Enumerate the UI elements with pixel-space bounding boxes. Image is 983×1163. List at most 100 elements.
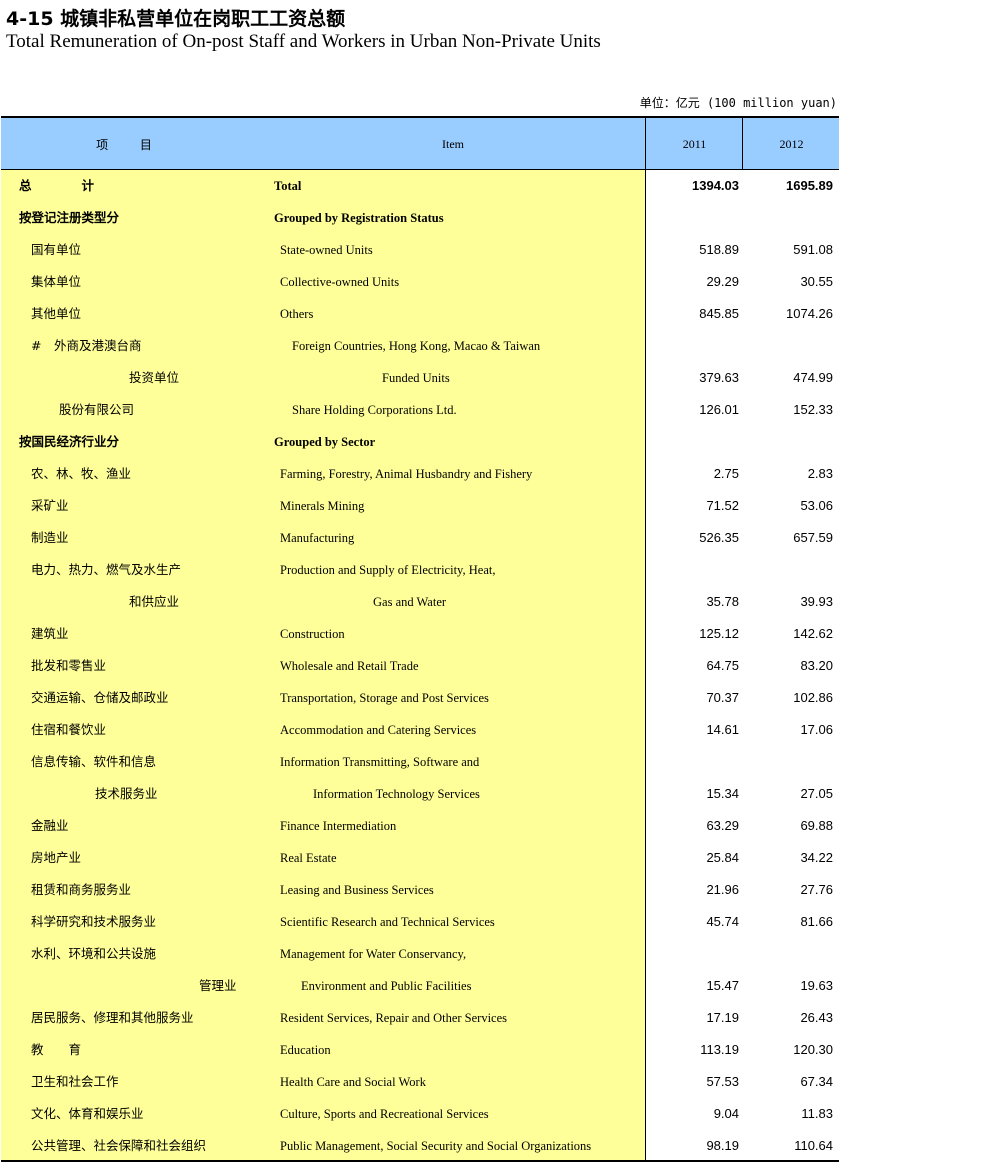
row-value-2012: 120.30 <box>793 1042 833 1057</box>
row-label-en: Education <box>280 1043 331 1057</box>
header-item-en: Item <box>442 136 464 151</box>
row-label-en: Real Estate <box>280 851 337 865</box>
row-value-2011: 45.74 <box>706 914 739 929</box>
row-value-2012: 2.83 <box>807 466 833 481</box>
table-row: 教 育 Education 113.19 120.30 <box>1 1034 839 1066</box>
table-row: 金融业 Finance Intermediation 63.29 69.88 <box>1 810 839 842</box>
row-label-en: Grouped by Registration Status <box>274 211 444 225</box>
row-value-2011: 126.01 <box>699 402 739 417</box>
row-value-2011: 35.78 <box>706 594 739 609</box>
row-label-en: Production and Supply of Electricity, He… <box>280 563 496 577</box>
row-label-cn: 建筑业 <box>31 626 69 641</box>
row-value-2011 <box>645 554 739 586</box>
row-value-2012: 102.86 <box>793 690 833 705</box>
table-row: 按登记注册类型分 Grouped by Registration Status <box>1 202 839 234</box>
row-value-2012: 53.06 <box>800 498 833 513</box>
row-value-2011: 125.12 <box>699 626 739 641</box>
row-value-2011 <box>645 426 739 458</box>
row-value-2011: 15.47 <box>706 978 739 993</box>
table-row: 采矿业 Minerals Mining 71.52 53.06 <box>1 490 839 522</box>
header-year-2011: 2011 <box>645 118 743 170</box>
table-row: # 外商及港澳台商 Foreign Countries, Hong Kong, M… <box>1 330 839 362</box>
row-value-2011: 21.96 <box>706 882 739 897</box>
row-label-cn: 按登记注册类型分 <box>19 210 120 225</box>
table-row: 投资单位 Funded Units 379.63 474.99 <box>1 362 839 394</box>
row-value-2012: 39.93 <box>800 594 833 609</box>
row-value-2011: 25.84 <box>706 850 739 865</box>
row-label-cn: 交通运输、仓储及邮政业 <box>31 690 169 705</box>
row-value-2012: 110.64 <box>794 1138 833 1153</box>
row-value-2012: 152.33 <box>793 402 833 417</box>
table-row: 技术服务业 Information Technology Services 15.3… <box>1 778 839 810</box>
row-value-2011 <box>645 202 739 234</box>
row-value-2011: 15.34 <box>706 786 739 801</box>
table-row: 水利、环境和公共设施 Management for Water Conservan… <box>1 938 839 970</box>
row-value-2011: 29.29 <box>706 274 739 289</box>
row-label-cn: 和供应业 <box>129 594 180 609</box>
row-label-en: State-owned Units <box>280 243 373 257</box>
table-body: 总 计 Total 1394.03 1695.89 按登记注册类型分 Grouped by… <box>1 170 839 1162</box>
row-label-en: Accommodation and Catering Services <box>280 723 477 737</box>
table-row: 按国民经济行业分 Grouped by Sector <box>1 426 839 458</box>
table-row: 管理业 Environment and Public Facilities 15.4… <box>1 970 839 1002</box>
row-value-2011: 845.85 <box>699 306 739 321</box>
row-value-2011: 9.04 <box>713 1106 739 1121</box>
row-value-2012 <box>742 426 833 458</box>
row-value-2012 <box>742 202 833 234</box>
row-value-2012: 81.66 <box>800 914 833 929</box>
row-value-2012: 657.59 <box>793 530 833 545</box>
row-label-cn: 其他单位 <box>31 306 82 321</box>
table-row: 公共管理、社会保障和社会组织 Public Management, Social … <box>1 1130 839 1162</box>
table-row: 文化、体育和娱乐业 Culture, Sports and Recreationa… <box>1 1098 839 1130</box>
header-item-cn: 项 目 <box>96 137 166 152</box>
row-value-2012: 34.22 <box>800 850 833 865</box>
row-label-en: Leasing and Business Services <box>280 883 434 897</box>
row-label-cn: 国有单位 <box>31 242 82 257</box>
row-value-2012: 26.43 <box>800 1010 833 1025</box>
row-value-2012: 17.06 <box>800 722 833 737</box>
row-value-2011: 113.19 <box>700 1042 739 1057</box>
row-value-2012: 142.62 <box>793 626 833 641</box>
row-label-en: Environment and Public Facilities <box>301 979 472 993</box>
row-label-en: Foreign Countries, Hong Kong, Macao & Ta… <box>292 339 541 353</box>
row-value-2011: 526.35 <box>699 530 739 545</box>
row-value-2011: 71.52 <box>706 498 739 513</box>
table-row: 电力、热力、燃气及水生产 Production and Supply of Ele… <box>1 554 839 586</box>
row-label-cn: 住宿和餐饮业 <box>31 722 107 737</box>
table-row: 住宿和餐饮业 Accommodation and Catering Service… <box>1 714 839 746</box>
row-value-2012: 67.34 <box>800 1074 833 1089</box>
row-value-2011: 63.29 <box>706 818 739 833</box>
table-row: 租赁和商务服务业 Leasing and Business Services 21.… <box>1 874 839 906</box>
row-label-cn: 批发和零售业 <box>31 658 107 673</box>
table-row: 建筑业 Construction 125.12 142.62 <box>1 618 839 650</box>
row-label-cn: 卫生和社会工作 <box>31 1074 119 1089</box>
row-label-cn: 教 育 <box>31 1042 82 1057</box>
row-label-en: Share Holding Corporations Ltd. <box>292 403 457 417</box>
row-label-cn: 投资单位 <box>129 370 180 385</box>
row-value-2011 <box>645 938 739 970</box>
row-label-cn: 信息传输、软件和信息 <box>31 754 157 769</box>
row-value-2011 <box>645 330 739 362</box>
table-row: 其他单位 Others 845.85 1074.26 <box>1 298 839 330</box>
row-label-en: Resident Services, Repair and Other Serv… <box>280 1011 508 1025</box>
row-label-en: Farming, Forestry, Animal Husbandry and … <box>280 467 533 481</box>
row-label-en: Manufacturing <box>280 531 355 545</box>
row-value-2012: 27.05 <box>800 786 833 801</box>
row-value-2012 <box>742 746 833 778</box>
table-row: 农、林、牧、渔业 Farming, Forestry, Animal Husban… <box>1 458 839 490</box>
row-value-2011: 64.75 <box>706 658 739 673</box>
row-label-en: Scientific Research and Technical Servic… <box>280 915 495 929</box>
row-label-en: Gas and Water <box>373 595 447 609</box>
row-label-en: Culture, Sports and Recreational Service… <box>280 1107 489 1121</box>
table-row: 集体单位 Collective-owned Units 29.29 30.55 <box>1 266 839 298</box>
row-label-en: Minerals Mining <box>280 499 365 513</box>
row-value-2012 <box>742 554 833 586</box>
row-label-en: Information Transmitting, Software and <box>280 755 480 769</box>
row-label-en: Construction <box>280 627 345 641</box>
row-label-en: Total <box>274 179 302 193</box>
row-label-cn: # 外商及港澳台商 <box>31 338 142 353</box>
unit-label: 单位：亿元 (100 million yuan) <box>639 96 837 110</box>
row-value-2011: 1394.03 <box>692 178 739 193</box>
table-row: 总 计 Total 1394.03 1695.89 <box>1 170 839 202</box>
row-value-2012: 591.08 <box>793 242 833 257</box>
